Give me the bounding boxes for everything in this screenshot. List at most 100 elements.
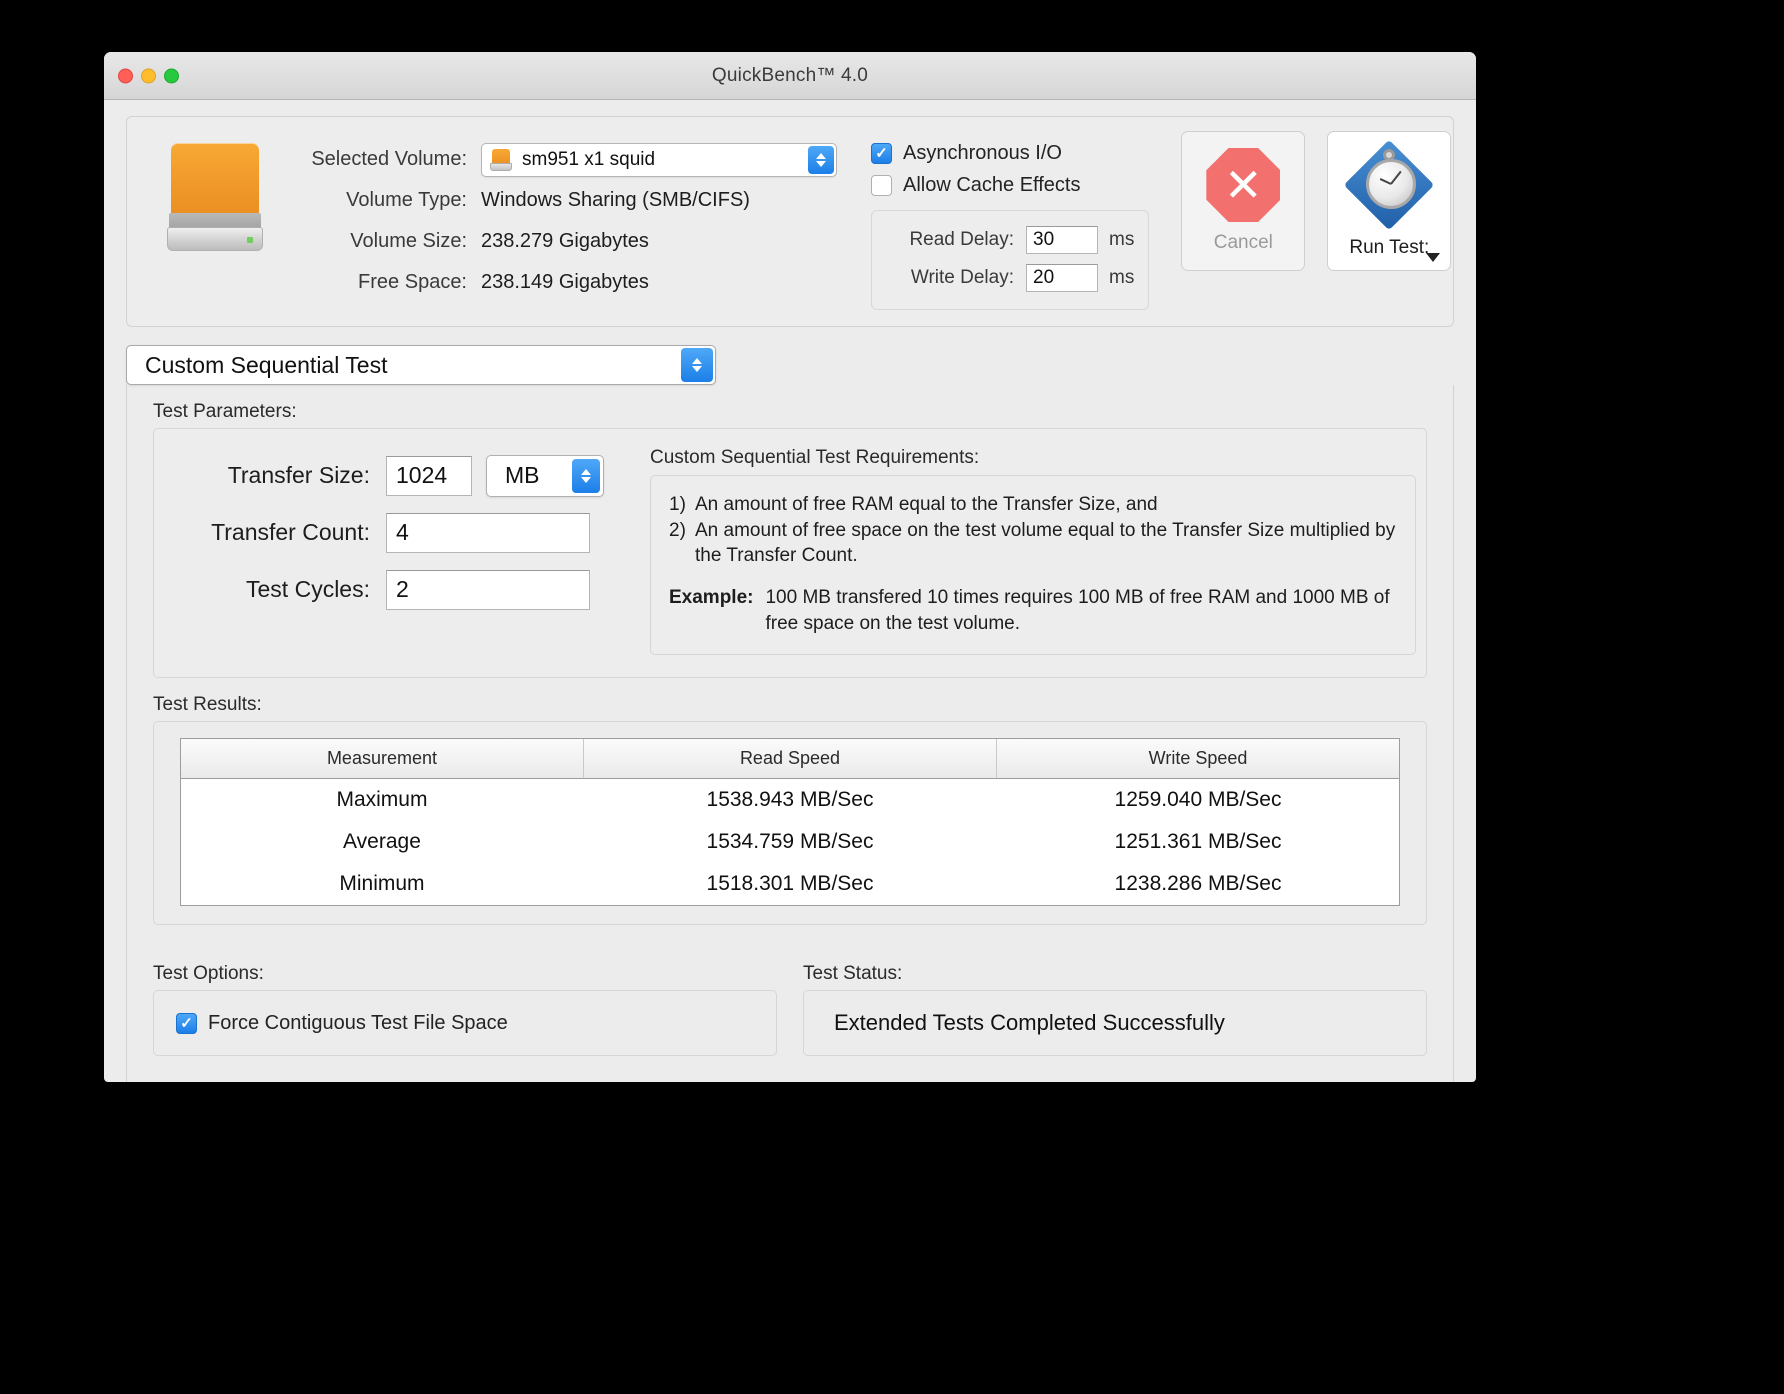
requirement-number: 1): [669, 494, 686, 515]
volume-type-value: Windows Sharing (SMB/CIFS): [481, 189, 750, 211]
test-type-dropdown[interactable]: Custom Sequential Test: [126, 345, 716, 385]
test-results-box: Measurement Read Speed Write Speed Maxim…: [153, 721, 1427, 926]
zoom-button[interactable]: [164, 68, 179, 83]
test-status-column: Test Status: Extended Tests Completed Su…: [803, 947, 1427, 1057]
test-options-column: Test Options: Force Contiguous Test File…: [153, 947, 777, 1057]
test-cycles-row: Test Cycles: 2: [164, 561, 644, 618]
write-delay-label: Write Delay:: [910, 267, 1014, 288]
run-test-button[interactable]: Run Test:: [1327, 131, 1452, 271]
free-space-value: 238.149 Gigabytes: [481, 271, 649, 293]
read-delay-row: Read Delay: 30 ms: [886, 221, 1134, 259]
table-row: Average 1534.759 MB/Sec 1251.361 MB/Sec: [181, 821, 1399, 863]
transfer-size-unit-value: MB: [505, 462, 540, 488]
test-parameters-title: Test Parameters:: [153, 401, 297, 422]
example-text: 100 MB transfered 10 times requires 100 …: [765, 586, 1390, 634]
test-type-row: Custom Sequential Test: [126, 345, 1454, 385]
cell-write-speed: 1251.361 MB/Sec: [1114, 830, 1282, 854]
hard-drive-icon: [167, 143, 263, 251]
io-options: Asynchronous I/O Allow Cache Effects Rea…: [871, 137, 1150, 310]
transfer-count-row: Transfer Count: 4: [164, 504, 644, 561]
requirement-text: An amount of free RAM equal to the Trans…: [695, 494, 1158, 515]
cell-write-speed: 1238.286 MB/Sec: [1114, 872, 1282, 896]
requirements-example: Example: 100 MB transfered 10 times requ…: [669, 585, 1397, 636]
read-delay-label: Read Delay:: [909, 229, 1014, 250]
requirements-column: Custom Sequential Test Requirements: 1) …: [644, 447, 1416, 656]
test-status-title: Test Status:: [803, 963, 903, 985]
example-label: Example:: [669, 586, 754, 608]
free-space-label: Free Space:: [358, 271, 467, 293]
window-title: QuickBench™ 4.0: [711, 64, 869, 86]
cancel-button[interactable]: ✕ Cancel: [1181, 131, 1306, 271]
stopwatch-icon: [1344, 139, 1435, 231]
volume-panel: Selected Volume: sm951 x1 squid Volume T…: [126, 116, 1454, 327]
cell-write-speed: 1259.040 MB/Sec: [1114, 788, 1282, 812]
bottom-sections: Test Options: Force Contiguous Test File…: [153, 947, 1427, 1057]
column-header-read-speed: Read Speed: [582, 739, 998, 779]
async-io-checkbox[interactable]: [871, 142, 892, 164]
transfer-size-label: Transfer Size:: [227, 462, 370, 488]
selected-volume-dropdown[interactable]: sm951 x1 squid: [481, 142, 837, 177]
allow-cache-row[interactable]: Allow Cache Effects: [871, 169, 1149, 201]
force-contiguous-label: Force Contiguous Test File Space: [208, 1011, 508, 1034]
minimize-button[interactable]: [141, 68, 156, 83]
results-table-header: Measurement Read Speed Write Speed: [181, 739, 1399, 780]
cell-measurement: Average: [343, 830, 421, 854]
force-contiguous-checkbox[interactable]: [176, 1012, 197, 1034]
allow-cache-label: Allow Cache Effects: [903, 173, 1081, 196]
cell-measurement: Maximum: [336, 788, 428, 812]
test-results-title: Test Results:: [153, 694, 262, 716]
volume-info: Selected Volume: sm951 x1 squid Volume T…: [281, 139, 837, 303]
read-delay-input[interactable]: 30: [1026, 226, 1098, 254]
read-delay-unit: ms: [1109, 229, 1135, 250]
test-options-title: Test Options:: [153, 963, 264, 985]
test-cycles-input[interactable]: 2: [386, 569, 590, 610]
write-delay-input[interactable]: 20: [1026, 264, 1098, 292]
test-status-box: Extended Tests Completed Successfully: [803, 990, 1427, 1057]
async-io-row[interactable]: Asynchronous I/O: [871, 137, 1149, 169]
volume-size-row: Volume Size: 238.279 Gigabytes: [281, 221, 837, 262]
results-table: Measurement Read Speed Write Speed Maxim…: [180, 738, 1400, 907]
volume-type-label: Volume Type:: [346, 189, 467, 211]
quickbench-window: QuickBench™ 4.0 Selected Volume: sm951 x: [104, 52, 1476, 1082]
requirement-number: 2): [669, 519, 686, 541]
selected-volume-value: sm951 x1 squid: [522, 148, 656, 170]
cancel-x-icon: ✕: [1206, 148, 1281, 222]
action-buttons: ✕ Cancel Run Test:: [1181, 131, 1452, 271]
mini-drive-icon: [490, 148, 512, 172]
requirement-item: 2) An amount of free space on the test v…: [669, 518, 1397, 569]
cell-measurement: Minimum: [339, 872, 425, 896]
volume-type-row: Volume Type: Windows Sharing (SMB/CIFS): [281, 180, 837, 221]
selected-volume-row: Selected Volume: sm951 x1 squid: [281, 139, 837, 180]
test-parameters-box: Transfer Size: 1024 MB Transfer Count: 4…: [153, 428, 1427, 679]
free-space-row: Free Space: 238.149 Gigabytes: [281, 262, 837, 303]
selected-volume-stepper-icon[interactable]: [808, 145, 834, 174]
volume-size-label: Volume Size:: [350, 230, 467, 252]
transfer-size-unit-dropdown[interactable]: MB: [486, 454, 604, 497]
transfer-size-unit-stepper-icon[interactable]: [572, 458, 600, 493]
test-cycles-label: Test Cycles:: [246, 576, 370, 602]
cancel-button-label: Cancel: [1213, 232, 1273, 253]
selected-volume-label: Selected Volume:: [311, 148, 467, 170]
requirement-text: An amount of free space on the test volu…: [695, 519, 1396, 567]
transfer-count-input[interactable]: 4: [386, 512, 590, 553]
chevron-down-icon[interactable]: [1426, 253, 1441, 262]
test-type-stepper-icon[interactable]: [681, 348, 713, 382]
window-content: Selected Volume: sm951 x1 squid Volume T…: [104, 100, 1476, 1082]
column-header-measurement: Measurement: [326, 748, 437, 769]
requirement-item: 1) An amount of free RAM equal to the Tr…: [669, 492, 1397, 518]
close-button[interactable]: [118, 68, 133, 83]
table-row: Minimum 1518.301 MB/Sec 1238.286 MB/Sec: [181, 863, 1399, 905]
transfer-size-input[interactable]: 1024: [386, 455, 472, 496]
test-options-box: Force Contiguous Test File Space: [153, 990, 777, 1057]
write-delay-row: Write Delay: 20 ms: [886, 259, 1134, 297]
requirements-title: Custom Sequential Test Requirements:: [650, 447, 980, 468]
cell-read-speed: 1518.301 MB/Sec: [706, 872, 874, 896]
table-row: Maximum 1538.943 MB/Sec 1259.040 MB/Sec: [181, 779, 1399, 821]
allow-cache-checkbox[interactable]: [871, 174, 892, 196]
column-header-write-speed: Write Speed: [1148, 748, 1248, 769]
async-io-label: Asynchronous I/O: [903, 141, 1062, 164]
delay-settings: Read Delay: 30 ms Write Delay: 20 ms: [871, 210, 1150, 310]
cell-read-speed: 1534.759 MB/Sec: [706, 830, 874, 854]
transfer-size-row: Transfer Size: 1024 MB: [164, 447, 644, 504]
volume-size-value: 238.279 Gigabytes: [481, 230, 649, 252]
